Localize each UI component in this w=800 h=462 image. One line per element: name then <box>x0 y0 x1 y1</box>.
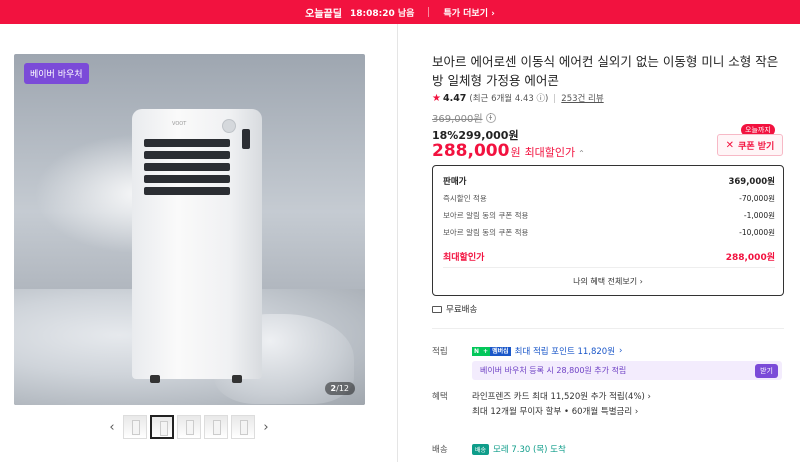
coupon-icon: ✕ <box>725 139 735 151</box>
column-divider <box>397 24 398 462</box>
thumbnail[interactable] <box>231 415 255 439</box>
vent-fin <box>144 187 230 195</box>
voucher-points-bar: 베이버 바우처 등록 시 28,800원 추가 적립 받기 <box>472 361 782 380</box>
deal-banner[interactable]: 오늘끝딜 18:08:20 남음 특가 더보기 › <box>0 0 800 24</box>
review-count-link[interactable]: 253건 리뷰 <box>561 92 603 104</box>
product-main-image[interactable]: VOOT 베이버 바우처 2/12 <box>14 54 365 405</box>
rating-recent: (최근 6개월 4.43 ⓘ) <box>469 94 549 104</box>
thumbnail-active[interactable] <box>150 415 174 439</box>
vent-fin <box>144 139 230 147</box>
deal-timer: 18:08:20 남음 <box>349 8 415 19</box>
deal-more-link[interactable]: 특가 더보기 › <box>443 6 494 19</box>
free-shipping: 무료배송 <box>432 303 477 315</box>
points-label: 적립 <box>432 347 448 357</box>
deal-logo: 오늘끝딜 <box>305 8 342 20</box>
thumbnail[interactable] <box>204 415 228 439</box>
thumbnail[interactable] <box>123 415 147 439</box>
divider <box>432 328 784 329</box>
max-points[interactable]: N + 멤버십 최대 적립 포인트 11,820원 › <box>472 345 622 357</box>
voucher-get-button[interactable]: 받기 <box>755 364 778 378</box>
air-conditioner-unit: VOOT <box>132 109 262 383</box>
thumb-product <box>160 421 168 436</box>
original-price: 369,000원 i <box>432 110 496 125</box>
price-row: 판매가 369,000원 <box>443 177 775 187</box>
divider <box>554 93 556 103</box>
thumb-product <box>240 420 248 435</box>
card-benefit[interactable]: 라인프렌즈 카드 최대 11,520원 추가 적립(4%) › <box>472 390 651 402</box>
max-discount-row: 최대할인가 288,000원 <box>443 253 775 263</box>
price-row: 즉시할인 적용 -70,000원 <box>443 194 775 203</box>
vent-panel <box>144 139 230 197</box>
wheel <box>232 375 242 383</box>
price-row: 보아르 알림 동의 쿠폰 적용 -1,000원 <box>443 211 775 220</box>
prev-arrow-icon[interactable]: ‹ <box>104 420 120 435</box>
divider <box>443 267 775 268</box>
thumbnail-strip: ‹ › <box>104 413 274 441</box>
vent-fin <box>144 175 230 183</box>
installment-benefit[interactable]: 최대 12개월 무이자 할부 • 60개월 특별금리 › <box>472 405 638 417</box>
chevron-up-icon: ⌃ <box>578 149 585 158</box>
thumb-product <box>186 420 194 435</box>
info-icon[interactable]: i <box>485 112 496 123</box>
control-knob <box>222 119 236 133</box>
truck-icon <box>432 305 442 313</box>
rating-score: 4.47 <box>442 92 467 104</box>
benefits-label: 혜택 <box>432 392 448 402</box>
brand-mark: VOOT <box>172 121 187 127</box>
coupon-download-button[interactable]: ✕ 쿠폰 받기 <box>717 134 783 156</box>
all-benefits-link[interactable]: 나의 혜택 전체보기 › <box>433 276 783 287</box>
divider <box>428 7 430 17</box>
rating-row: ★ 4.47 (최근 6개월 4.43 ⓘ) 253건 리뷰 <box>432 92 604 105</box>
thumb-product <box>132 420 140 435</box>
final-price[interactable]: 288,000 원 최대할인가 ⌃ <box>432 141 585 161</box>
next-arrow-icon[interactable]: › <box>258 420 274 435</box>
wheel <box>150 375 160 383</box>
image-counter: 2/12 <box>324 382 355 395</box>
thumb-product <box>213 420 221 435</box>
price-row: 보아르 알림 동의 쿠폰 적용 -10,000원 <box>443 228 775 237</box>
delivery-tag: 배송 <box>472 443 490 455</box>
price-breakdown-box: 판매가 369,000원 즉시할인 적용 -70,000원 보아르 알림 동의 쿠폰… <box>432 165 784 296</box>
voucher-badge: 베이버 바우처 <box>24 63 89 84</box>
vent-fin <box>144 151 230 159</box>
vent-fin <box>144 163 230 171</box>
side-vent <box>242 129 250 149</box>
delivery-label: 배송 <box>432 445 448 455</box>
star-icon: ★ <box>432 92 441 104</box>
npay-logo: N + 멤버십 <box>472 346 511 356</box>
delivery-date: 배송 모레 7.30 (목) 도착 <box>472 443 566 455</box>
thumbnail[interactable] <box>177 415 201 439</box>
product-title: 보아르 에어로센 이동식 에어컨 실외기 없는 이동형 미니 소형 작은 방 일… <box>432 54 779 88</box>
